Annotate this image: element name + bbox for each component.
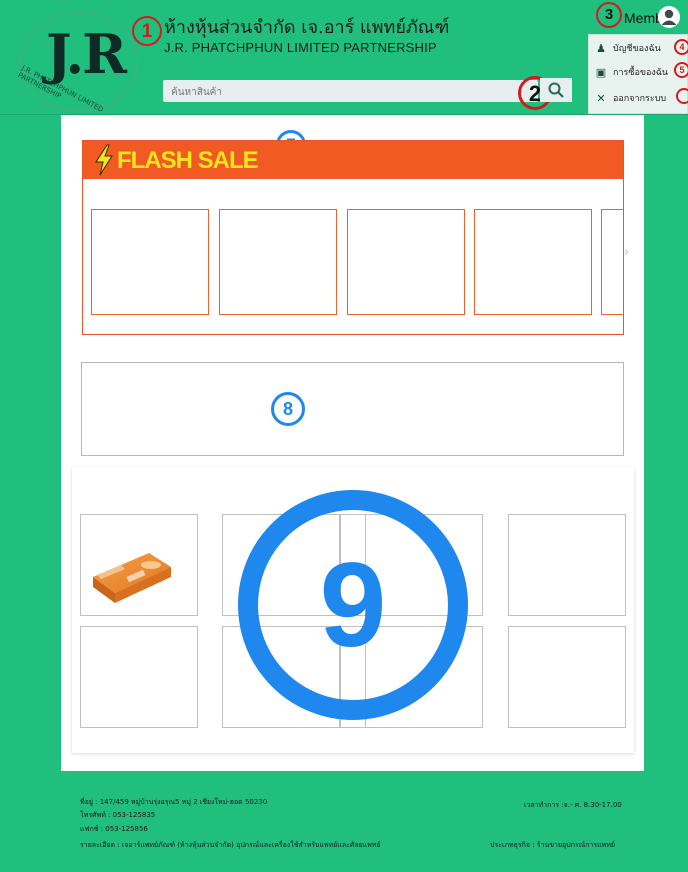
menu-item-logout[interactable]: ✕ ออกจากระบบ	[589, 87, 688, 109]
product-card[interactable]	[80, 514, 198, 616]
product-card[interactable]	[80, 626, 198, 728]
company-name-en: J.R. PHATCHPHUN LIMITED PARTNERSHIP	[164, 40, 437, 55]
annotation-8: 8	[271, 392, 305, 426]
flash-sale-title: FLASH SALE	[117, 147, 259, 174]
search-bar	[163, 80, 538, 104]
footer-address: ที่อยู่ : 147/459 หมู่บ้านรุ่งอรุณ5 หมู่…	[80, 798, 268, 806]
flash-sale-section: FLASH SALE	[82, 140, 624, 335]
annotation-5: 5	[674, 62, 688, 78]
annotation-1: 1	[132, 16, 162, 46]
user-avatar-icon	[658, 6, 680, 28]
search-button[interactable]	[540, 78, 572, 102]
annotation-3: 3	[596, 2, 622, 28]
member-dropdown: ♟ บัญชีของฉัน ▣ การซื้อของฉัน ✕ ออกจากระ…	[588, 34, 688, 114]
product-card[interactable]	[508, 626, 626, 728]
logo-text: J.R	[46, 22, 127, 86]
banner-section[interactable]	[81, 362, 624, 456]
logo[interactable]: J.R J.R. PHATCHPHUN LIMITED PARTNERSHIP	[16, 12, 140, 114]
basket-icon: ▣	[595, 65, 607, 79]
search-input[interactable]	[163, 81, 538, 104]
flash-sale-card[interactable]	[347, 209, 465, 315]
page: J.R J.R. PHATCHPHUN LIMITED PARTNERSHIP …	[0, 0, 688, 872]
glove-box-image	[93, 553, 171, 603]
flash-sale-card[interactable]	[219, 209, 337, 315]
close-icon: ✕	[596, 91, 606, 105]
footer-details: รายละเอียด : เจอาร์แพทย์ภัณฑ์ (ห้างหุ้นส…	[80, 841, 381, 849]
annotation-9: 9	[238, 490, 468, 720]
footer-business-type: ประเภทธุรกิจ : ร้านขายอุปกรณ์การแพทย์	[490, 841, 615, 849]
flash-sale-card[interactable]	[601, 209, 623, 315]
user-icon: ♟	[596, 41, 606, 55]
lightning-icon	[95, 144, 113, 176]
menu-item-label: ออกจากระบบ	[613, 94, 667, 104]
product-card[interactable]	[508, 514, 626, 616]
flash-sale-card[interactable]	[474, 209, 592, 315]
flash-sale-header: FLASH SALE	[83, 141, 623, 179]
annotation-4: 4	[674, 39, 688, 55]
company-name-th: ห้างหุ้นส่วนจำกัด เจ.อาร์ แพทย์ภัณฑ์	[164, 17, 450, 38]
avatar-icon[interactable]	[658, 6, 680, 28]
menu-item-label: การซื้อของฉัน	[613, 68, 669, 78]
menu-item-my-purchases[interactable]: ▣ การซื้อของฉัน	[589, 61, 688, 83]
search-icon	[548, 82, 564, 98]
menu-item-label: บัญชีของฉัน	[613, 44, 661, 54]
footer-hours: เวลาทำการ :จ.- ศ. 8.30-17.00	[524, 801, 622, 809]
footer-phone: โทรศัพท์ : 053-125835	[80, 811, 156, 819]
annotation-6: 6	[676, 88, 688, 104]
footer-fax: แฟกซ์ : 053-125856	[80, 825, 148, 833]
flash-sale-card[interactable]	[91, 209, 209, 315]
flash-sale-next-arrow[interactable]: ›	[624, 245, 629, 259]
footer: ที่อยู่ : 147/459 หมู่บ้านรุ่งอรุณ5 หมู่…	[0, 772, 688, 872]
